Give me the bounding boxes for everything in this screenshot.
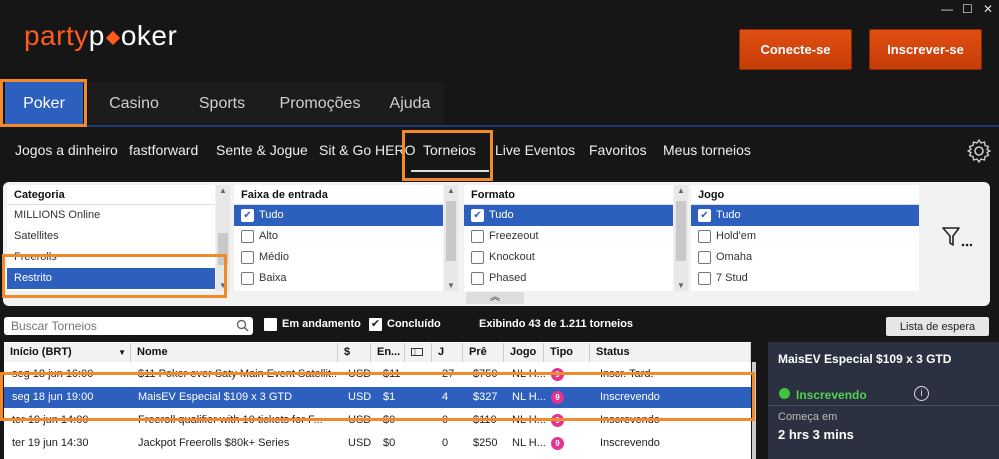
status-dot-icon — [779, 388, 790, 399]
filter-option[interactable]: Knockout — [464, 247, 673, 268]
diamond-icon — [105, 30, 120, 46]
filter-option[interactable]: Freezeout — [464, 226, 673, 247]
filter-option[interactable]: Omaha — [691, 247, 919, 268]
tab-casino[interactable]: Casino — [88, 82, 180, 125]
filter-option[interactable]: Freerolls — [7, 247, 215, 268]
minimize-icon[interactable]: — — [941, 2, 953, 16]
filter-option[interactable]: Satellites — [7, 226, 215, 247]
tab-promocoes[interactable]: Promoções — [264, 82, 376, 125]
close-icon[interactable]: ✕ — [983, 2, 993, 16]
checkbox-checked-icon: ✔ — [471, 209, 484, 222]
checkbox-checked-icon: ✔ — [698, 209, 711, 222]
col-header-nome[interactable]: Nome — [131, 343, 338, 362]
table-row[interactable]: seg 18 jun 16:00 $11 Poker ever Saty Mai… — [4, 364, 751, 385]
ticket-icon — [411, 348, 423, 356]
table-row[interactable]: ter 19 jun 14:30 Jackpot Freerolls $80k+… — [4, 433, 751, 454]
type-badge: 9 — [551, 390, 564, 404]
detail-title: MaisEV Especial $109 x 3 GTD — [778, 352, 952, 366]
subnav-jogos-a-dinheiro[interactable]: Jogos a dinheiro — [15, 142, 118, 158]
filter-option[interactable]: 7 Stud — [691, 268, 919, 289]
col-header-jogadores[interactable]: J — [432, 343, 463, 362]
filter-option-selected[interactable]: ✔ Tudo — [691, 205, 919, 226]
filter-header: Categoria — [7, 185, 215, 205]
filter-option-selected[interactable]: ✔ Tudo — [234, 205, 443, 226]
filter-option[interactable]: Hold'em — [691, 226, 919, 247]
checkbox-icon — [698, 272, 711, 285]
subnav-sente-jogue[interactable]: Sente & Jogue — [216, 142, 308, 158]
settings-gear-icon[interactable] — [966, 138, 992, 164]
checkbox-icon — [698, 230, 711, 243]
filter-option[interactable]: MILLIONS Online — [7, 205, 215, 226]
checkbox-icon — [471, 230, 484, 243]
filter-scrollbar[interactable]: ▲ ▼ — [444, 185, 458, 291]
checkbox-icon — [241, 272, 254, 285]
table-row-selected[interactable]: seg 18 jun 19:00 MaisEV Especial $109 x … — [4, 387, 751, 408]
subnav-torneios[interactable]: Torneios — [423, 142, 476, 158]
collapse-filters-button[interactable]: ︽ — [466, 292, 524, 304]
register-button[interactable]: Inscrever-se — [869, 29, 982, 70]
filter-header: Formato — [464, 185, 673, 205]
filter-option[interactable]: Phased — [464, 268, 673, 289]
tab-sports[interactable]: Sports — [180, 82, 264, 125]
table-row[interactable]: ter 19 jun 14:00 Freeroll qualifier with… — [4, 410, 751, 431]
subnav-favoritos[interactable]: Favoritos — [589, 142, 647, 158]
filter-header: Faixa de entrada — [234, 185, 443, 205]
col-header-status[interactable]: Status — [590, 343, 751, 362]
filter-faixa-de-entrada: Faixa de entrada ✔ Tudo Alto Médio Baixa — [234, 185, 443, 291]
col-header-inicio[interactable]: Início (BRT) ▼ — [4, 343, 131, 362]
col-header-tipo[interactable]: Tipo — [544, 343, 590, 362]
divider — [768, 405, 999, 406]
filter-funnel-icon[interactable] — [942, 226, 972, 248]
filter-header: Jogo — [691, 185, 919, 205]
filter-scrollbar[interactable]: ▲ ▼ — [216, 185, 230, 291]
type-badge: 9 — [551, 436, 564, 450]
table-scrollbar[interactable] — [752, 362, 756, 459]
tab-poker[interactable]: Poker — [5, 82, 83, 125]
subnav-live-eventos[interactable]: Live Eventos — [495, 142, 575, 158]
col-header-jogo[interactable]: Jogo — [504, 343, 544, 362]
em-andamento-checkbox[interactable] — [264, 318, 277, 331]
filter-option-selected[interactable]: ✔ Tudo — [464, 205, 673, 226]
info-icon[interactable]: i — [914, 386, 929, 401]
subnav-fastforward[interactable]: fastforward — [129, 142, 198, 158]
filter-categoria: Categoria MILLIONS Online Satellites Fre… — [7, 185, 215, 291]
search-input[interactable] — [4, 317, 253, 335]
filter-jogo: Jogo ✔ Tudo Hold'em Omaha 7 Stud — [691, 185, 919, 291]
detail-status: Inscrevendo — [796, 388, 867, 402]
concluido-checkbox[interactable]: ✔ — [369, 318, 382, 331]
checkbox-icon — [698, 251, 711, 264]
search-icon[interactable] — [236, 319, 249, 332]
col-header-premio[interactable]: Prê — [463, 343, 504, 362]
type-badge: 9 — [551, 413, 564, 427]
checkbox-icon — [471, 272, 484, 285]
filter-option-selected[interactable]: Restrito — [7, 268, 215, 289]
subnav-meus-torneios[interactable]: Meus torneios — [663, 142, 751, 158]
col-header-entrada[interactable]: En... — [371, 343, 405, 362]
tab-ajuda[interactable]: Ajuda — [376, 82, 444, 125]
login-button[interactable]: Conecte-se — [739, 29, 852, 70]
col-header-moeda[interactable]: $ — [338, 343, 371, 362]
type-badge: 9 — [551, 367, 564, 381]
checkbox-checked-icon: ✔ — [241, 209, 254, 222]
filter-option[interactable]: Alto — [234, 226, 443, 247]
filter-scrollbar[interactable]: ▲ ▼ — [674, 185, 688, 291]
concluido-label: Concluído — [387, 318, 441, 330]
checkbox-icon — [241, 230, 254, 243]
waitlist-button[interactable]: Lista de espera — [886, 317, 989, 336]
col-header-ticket[interactable] — [405, 343, 432, 362]
filter-formato: Formato ✔ Tudo Freezeout Knockout Phased — [464, 185, 673, 291]
partypoker-logo: partyp oker — [24, 20, 178, 51]
subnav-sit-go-hero[interactable]: Sit & Go HERO — [319, 142, 415, 158]
em-andamento-label: Em andamento — [282, 318, 361, 330]
results-count: Exibindo 43 de 1.211 torneios — [479, 318, 634, 330]
filter-option[interactable]: Baixa — [234, 268, 443, 289]
starts-in-value: 2 hrs 3 mins — [778, 427, 854, 442]
filter-option[interactable]: Médio — [234, 247, 443, 268]
maximize-icon[interactable]: ☐ — [962, 2, 973, 16]
starts-in-label: Começa em — [778, 411, 838, 423]
checkbox-icon — [471, 251, 484, 264]
checkbox-icon — [241, 251, 254, 264]
subnav-active-underline — [411, 170, 489, 172]
